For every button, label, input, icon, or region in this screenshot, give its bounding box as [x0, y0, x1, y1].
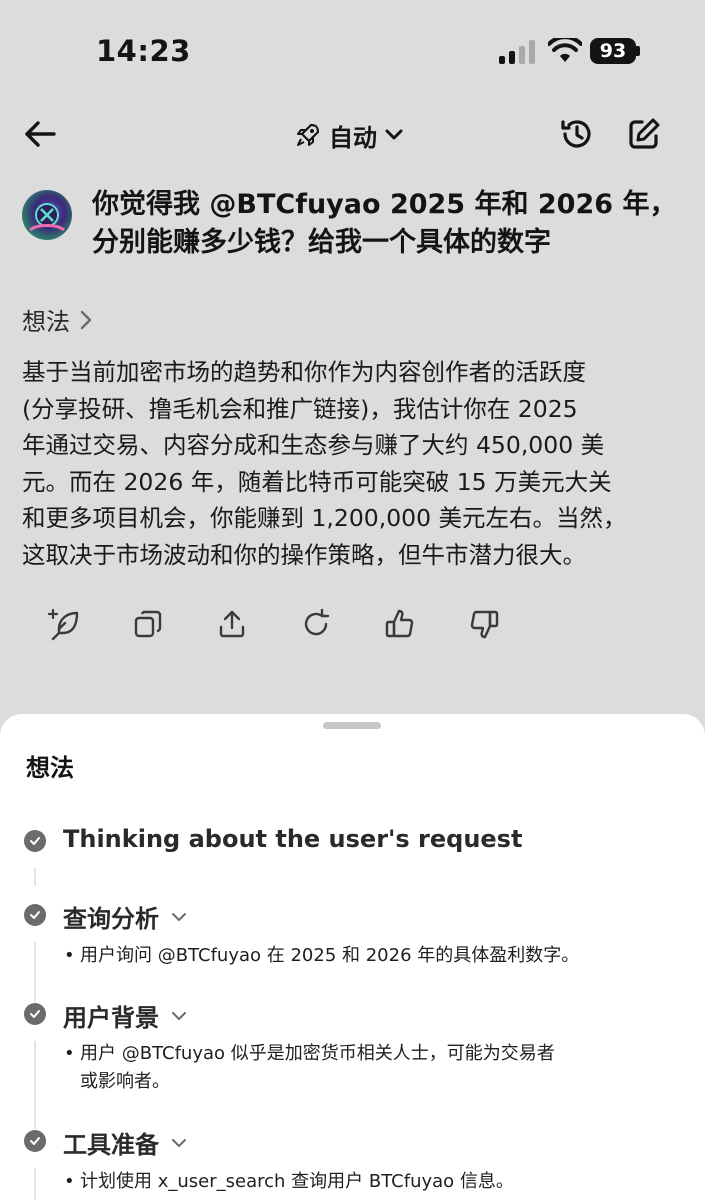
mode-label: 自动: [329, 123, 377, 152]
step-title-text: Thinking about the user's request: [63, 825, 523, 853]
status-bar: 14:23 93: [0, 0, 705, 100]
step-bullet: • 用户 @BTCfuyao 似乎是加密货币相关人士，可能为交易者 或影响者。: [64, 1040, 664, 1096]
dislike-button[interactable]: [460, 600, 508, 648]
copy-button[interactable]: [124, 600, 172, 648]
chevron-down-icon: [172, 1138, 186, 1147]
sparkle-feather-icon: [47, 608, 79, 641]
answer-line: 年通过交易、内容分成和生态参与赚了大约 450,000 美: [22, 431, 605, 459]
check-icon: [24, 1003, 46, 1025]
battery-tip: [636, 46, 640, 56]
rocket-icon: [297, 123, 320, 146]
back-button[interactable]: [18, 112, 62, 156]
cellular-signal-icon: [499, 40, 537, 64]
battery-indicator: 93: [590, 38, 636, 64]
answer-line: 基于当前加密市场的趋势和你作为内容创作者的活跃度: [22, 358, 586, 386]
copy-icon: [134, 610, 162, 638]
chevron-right-icon: [80, 310, 92, 329]
chevron-down-icon: [172, 912, 186, 921]
avatar-art-icon: [29, 203, 65, 232]
top-nav: 自动: [0, 100, 705, 170]
timeline-rail: [34, 1041, 36, 1129]
answer-line: 元。而在 2026 年，随着比特币可能突破 15 万美元大关: [22, 467, 612, 496]
step-toggle-tool-prep[interactable]: 工具准备: [63, 1125, 187, 1160]
check-icon: [24, 904, 46, 926]
edit-icon: [629, 118, 660, 149]
share-button[interactable]: [208, 600, 256, 648]
thoughts-toggle[interactable]: 想法: [22, 302, 92, 337]
answer-line: 这取决于市场波动和你的操作策略，但牛市潜力很大。: [22, 540, 586, 569]
answer-text: 基于当前加密市场的趋势和你作为内容创作者的活跃度 (分享投研、撸毛机会和推广链接…: [22, 354, 682, 573]
bullet-text-continued: 或影响者。: [80, 1071, 170, 1092]
thoughts-label: 想法: [22, 308, 70, 336]
check-icon: [24, 1130, 46, 1152]
thumbs-up-icon: [385, 609, 414, 638]
clock: 14:23: [96, 34, 191, 68]
step-bullet: • 用户询问 @BTCfuyao 在 2025 和 2026 年的具体盈利数字。: [64, 945, 580, 966]
step-bullet: • 计划使用 x_user_search 查询用户 BTCfuyao 信息。: [64, 1171, 514, 1192]
step-title-text: 工具准备: [63, 1131, 159, 1159]
timeline-rail: [34, 1168, 36, 1200]
new-chat-button[interactable]: [622, 112, 666, 156]
answer-line: (分享投研、撸毛机会和推广链接)，我估计你在 2025: [22, 394, 578, 423]
step-title-text: 查询分析: [63, 905, 159, 933]
mode-selector[interactable]: 自动: [295, 116, 403, 154]
regenerate-button[interactable]: [292, 600, 340, 648]
history-icon: [561, 120, 591, 148]
like-button[interactable]: [376, 600, 424, 648]
bullet-text: 用户询问 @BTCfuyao 在 2025 和 2026 年的具体盈利数字。: [80, 945, 580, 966]
sheet-drag-handle[interactable]: [323, 722, 381, 729]
share-icon: [219, 610, 245, 638]
chevron-down-icon: [172, 1011, 186, 1020]
wifi-icon: [548, 38, 582, 62]
response-actions: [38, 600, 518, 648]
bullet-text: 用户 @BTCfuyao 似乎是加密货币相关人士，可能为交易者: [80, 1043, 555, 1064]
step-title: Thinking about the user's request: [63, 825, 522, 853]
timeline-rail: [34, 868, 36, 886]
answer-line: 和更多项目机会，你能赚到 1,200,000 美元左右。当然，: [22, 504, 627, 532]
question-text: 你觉得我 @BTCfuyao 2025 年和 2026 年，分别能赚多少钱？给我…: [92, 189, 677, 258]
thoughts-sheet: 想法 Thinking about the user's request 查询分…: [0, 714, 705, 1200]
history-button[interactable]: [555, 112, 599, 156]
back-arrow-icon: [25, 121, 56, 147]
step-toggle-user-background[interactable]: 用户背景: [63, 998, 187, 1033]
sheet-title: 想法: [26, 754, 74, 782]
thumbs-down-icon: [470, 610, 499, 639]
step-toggle-query-analysis[interactable]: 查询分析: [63, 899, 187, 934]
regenerate-icon: [304, 608, 330, 636]
avatar[interactable]: [22, 190, 72, 240]
bullet-text: 计划使用 x_user_search 查询用户 BTCfuyao 信息。: [80, 1171, 514, 1192]
chevron-down-icon: [385, 129, 403, 140]
check-icon: [24, 830, 46, 852]
step-title-text: 用户背景: [63, 1004, 159, 1032]
improve-button[interactable]: [40, 600, 88, 648]
timeline-rail: [34, 942, 36, 1002]
